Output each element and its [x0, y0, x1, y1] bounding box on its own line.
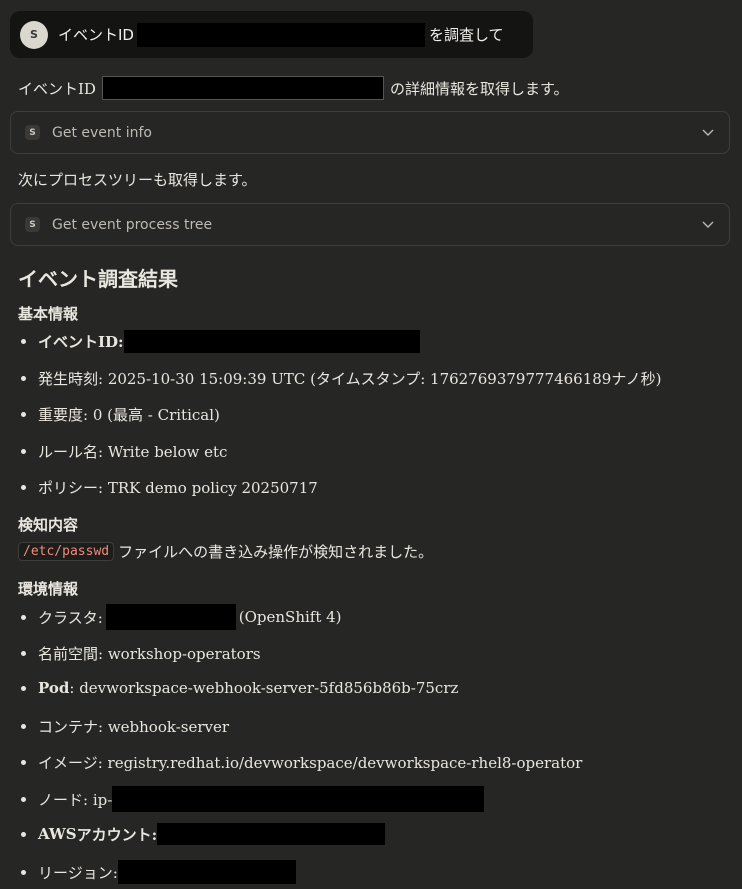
redacted-event-id [136, 22, 425, 47]
tool-call-get-event-info[interactable]: S Get event info [10, 111, 730, 154]
list-item-time: 発生時刻: 2025-10-30 15:09:39 UTC (タイムスタンプ: … [18, 368, 661, 389]
redacted-event-id [123, 330, 420, 353]
list-item-cluster: クラスタ: (OpenShift 4) [18, 604, 342, 630]
list-item-node: ノード: ip- [18, 786, 485, 812]
list-item-container: コンテナ: webhook-server [18, 716, 229, 737]
list-item-image: イメージ: registry.redhat.io/devworkspace/de… [18, 752, 582, 773]
basic-info-heading: 基本情報 [18, 305, 79, 323]
between-text: 次にプロセスツリーも取得します。 [18, 171, 257, 189]
user-message-prefix: イベントID [58, 26, 134, 44]
tool-label: Get event process tree [52, 216, 213, 233]
tool-icon: S [25, 125, 40, 140]
environment-heading: 環境情報 [18, 580, 79, 598]
list-item-aws-account: AWS アカウント: [18, 823, 386, 845]
user-avatar: S [20, 20, 48, 49]
detection-text: /etc/passwd ファイルへの書き込み操作が検知されました。 [18, 541, 433, 562]
redacted-cluster [105, 604, 236, 630]
intro-line: イベントID の詳細情報を取得します。 [18, 76, 568, 100]
inline-code: /etc/passwd [18, 542, 115, 561]
intro-suffix: の詳細情報を取得します。 [389, 79, 569, 98]
tool-call-get-event-process-tree[interactable]: S Get event process tree [10, 203, 730, 246]
chevron-down-icon [702, 129, 714, 136]
list-item-namespace: 名前空間: workshop-operators [18, 643, 261, 664]
redacted-region [117, 860, 296, 884]
user-message: S イベントID を調査して [10, 11, 533, 58]
result-heading: イベント調査結果 [18, 267, 178, 291]
list-item-region: リージョン: [18, 860, 296, 884]
chevron-down-icon [702, 221, 714, 228]
redacted-aws-account [157, 823, 386, 845]
list-item-event-id: イベントID: [18, 330, 420, 353]
list-item-severity: 重要度: 0 (最高 - Critical) [18, 404, 220, 425]
list-item-policy: ポリシー: TRK demo policy 20250717 [18, 477, 318, 498]
list-item-rule: ルール名: Write below etc [18, 441, 227, 462]
list-item-pod: Pod : devworkspace-webhook-server-5fd856… [18, 679, 458, 697]
event-id-label: イベントID: [38, 333, 124, 351]
detection-heading: 検知内容 [18, 516, 79, 534]
user-message-suffix: を調査して [428, 26, 504, 44]
tool-label: Get event info [52, 124, 152, 141]
tool-icon: S [25, 217, 40, 232]
redacted-node [112, 786, 485, 812]
redacted-event-id [101, 76, 384, 100]
intro-prefix: イベントID [18, 79, 96, 98]
